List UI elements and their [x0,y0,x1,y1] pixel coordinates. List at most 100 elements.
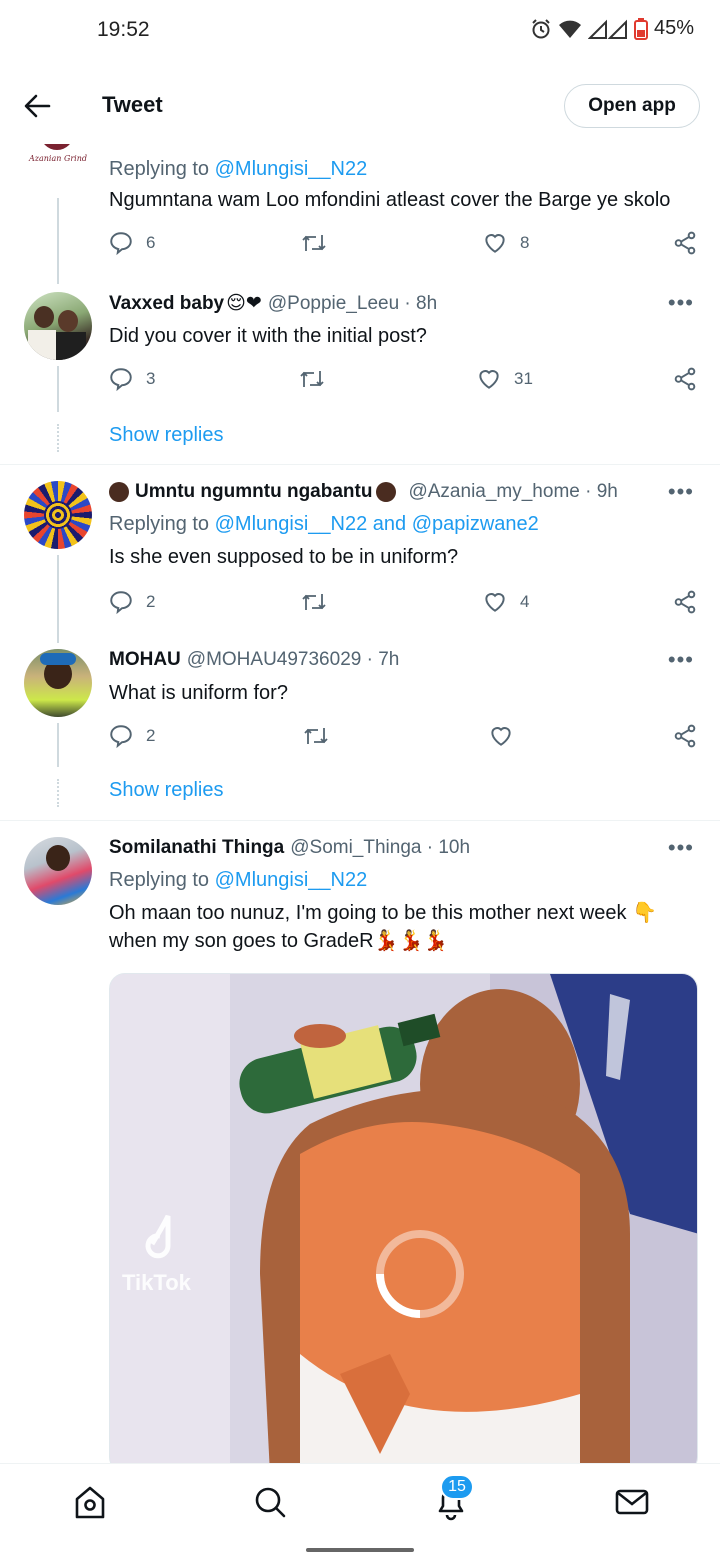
avatar[interactable] [24,649,92,717]
avatar[interactable] [24,837,92,905]
battery-percent: 45% [653,17,694,39]
display-name[interactable]: Umntu ngumntu ngabantu [135,481,372,503]
reply-icon [110,591,132,615]
tweet-actions: 2 4 [108,589,700,619]
replying-to: Replying to @Mlungisi__N22 and @papizwan… [109,513,539,536]
heart-icon [491,727,511,746]
more-icon[interactable]: ••• [668,647,694,673]
back-arrow-icon[interactable] [22,88,52,124]
reply-button[interactable]: 2 [108,589,155,615]
tweet-header: Somilanathi Thinga @Somi_Thinga · 10h [109,837,470,859]
status-bar: 19:52 45% [0,0,720,60]
like-button[interactable]: 31 [476,366,533,392]
tweet-header: MOHAU @MOHAU49736029 · 7h [109,649,399,671]
replying-to: Replying to @Mlungisi__N22 [109,869,367,892]
handle-and-time[interactable]: @Somi_Thinga · 10h [290,837,470,859]
reply-to-link[interactable]: @Mlungisi__N22 [215,869,368,891]
reply-count: 2 [146,726,156,745]
retweet-icon [302,235,326,251]
display-name[interactable]: Somilanathi Thinga [109,837,284,859]
reply-icon [110,725,132,749]
tweet-actions: 3 31 [108,366,700,396]
signal-icon [587,19,627,39]
battery-icon [633,17,648,40]
more-icon[interactable]: ••• [668,835,694,861]
reply-button[interactable]: 3 [108,366,155,392]
reply-button[interactable]: 2 [108,723,155,749]
tweet-item[interactable]: Vaxxed baby 😌❤ @Poppie_Leeu · 8h ••• Did … [0,280,720,465]
thread-line-dotted [57,424,59,452]
open-app-button[interactable]: Open app [564,84,700,128]
reply-to-link[interactable]: @Mlungisi__N22 [215,158,368,180]
like-count: 8 [520,233,530,252]
reply-icon [110,232,132,256]
top-app-bar: Tweet Open app [0,68,720,144]
replying-to: Replying to @Mlungisi__N22 [109,158,367,181]
status-icons: 45% [530,17,694,40]
display-name[interactable]: MOHAU [109,649,181,671]
avatar[interactable] [24,292,92,360]
video-frame [110,974,697,1463]
share-icon [674,590,696,614]
tweet-media-video[interactable]: TikTok [109,973,698,1463]
home-icon[interactable] [70,1482,110,1522]
tweet-item[interactable]: MOHAU @MOHAU49736029 · 7h ••• What is un… [0,635,720,820]
show-replies-link[interactable]: Show replies [109,779,224,802]
bottom-navigation: 15 [0,1463,720,1560]
status-time: 19:52 [97,18,150,41]
handle-and-time[interactable]: @Azania_my_home · 9h [408,481,617,503]
tweet-text: Ngumntana wam Loo mfondini atleast cover… [109,189,671,211]
tweet-actions: 6 8 [108,230,700,260]
heart-icon [485,234,505,253]
tweet-item[interactable]: A Azanian Grind Replying to @Mlungisi__N… [0,130,720,284]
emoji-icon [376,482,397,502]
heart-icon [479,370,499,389]
thread-line-dotted [57,779,59,807]
tweet-item[interactable]: Somilanathi Thinga @Somi_Thinga · 10h ••… [0,821,720,1463]
like-button[interactable]: 4 [482,589,529,615]
share-icon [674,231,696,255]
tweet-item[interactable]: Umntu ngumntu ngabantu @Azania_my_home ·… [0,465,720,643]
retweet-icon [302,594,326,610]
reply-to-link[interactable]: @Mlungisi__N22 and @papizwane2 [215,513,539,535]
reply-prefix: Replying to [109,158,215,180]
thread-line [57,198,59,284]
home-indicator[interactable] [306,1548,414,1552]
reply-count: 6 [146,233,156,252]
reply-count: 2 [146,592,156,611]
show-replies-link[interactable]: Show replies [109,424,224,447]
more-icon[interactable]: ••• [668,479,694,505]
retweet-button[interactable] [300,230,340,256]
retweet-button[interactable] [300,589,340,615]
tweet-text: Did you cover it with the initial post? [109,325,427,347]
tweet-header: Umntu ngumntu ngabantu @Azania_my_home ·… [109,481,618,503]
handle-and-time[interactable]: @MOHAU49736029 · 7h [187,649,400,671]
handle-and-time[interactable]: @Poppie_Leeu · 8h [268,293,437,315]
share-button[interactable] [672,589,698,615]
search-icon[interactable] [250,1482,290,1522]
share-button[interactable] [672,230,698,256]
retweet-button[interactable] [298,366,338,392]
retweet-icon [300,371,324,387]
share-button[interactable] [672,366,698,392]
like-button[interactable]: 8 [482,230,529,256]
avatar-caption: Azanian Grind [29,154,87,163]
emoji-icon [109,482,129,502]
reply-button[interactable]: 6 [108,230,155,256]
like-count: 31 [514,369,533,388]
tweet-actions: 2 [108,723,700,753]
tweet-text: What is uniform for? [109,682,288,704]
display-name[interactable]: Vaxxed baby [109,293,224,315]
messages-mail-icon[interactable] [612,1482,652,1522]
share-button[interactable] [672,723,698,749]
reply-count: 3 [146,369,156,388]
tweet-header: Vaxxed baby 😌❤ @Poppie_Leeu · 8h [109,292,437,315]
page-title: Tweet [102,92,163,117]
more-icon[interactable]: ••• [668,290,694,316]
tweet-text: Is she even supposed to be in uniform? [109,546,459,568]
avatar[interactable] [24,481,92,549]
retweet-icon [304,728,328,744]
tweet-feed[interactable]: A Azanian Grind Replying to @Mlungisi__N… [0,130,720,1463]
retweet-button[interactable] [302,723,342,749]
like-button[interactable] [488,723,526,749]
